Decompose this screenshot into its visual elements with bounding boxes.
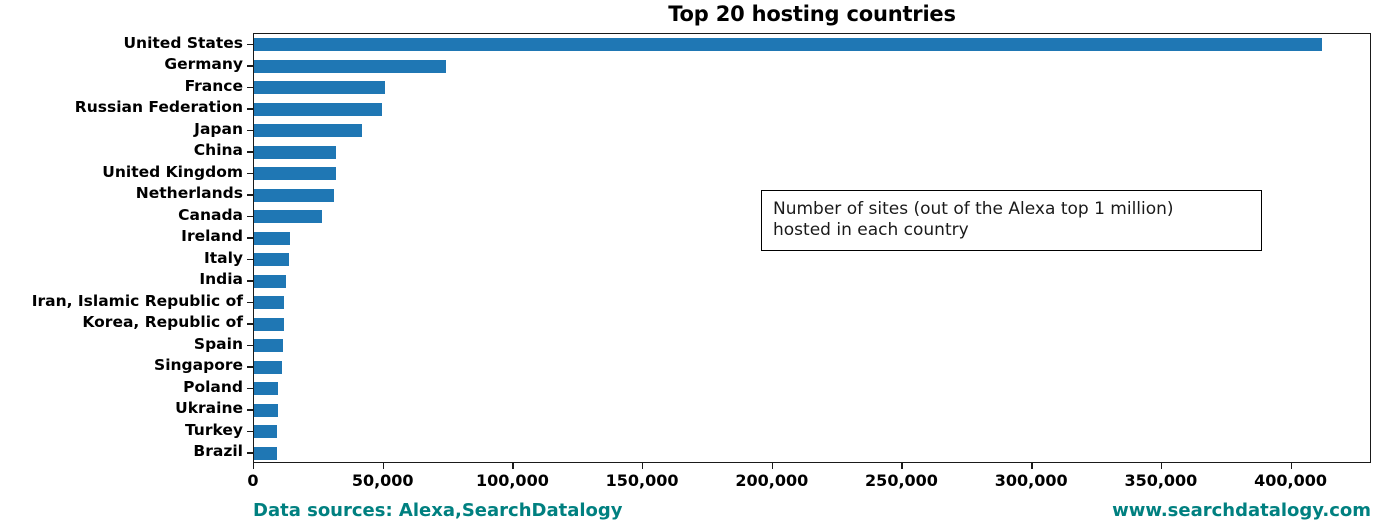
bar-row xyxy=(254,56,1370,78)
bar-row xyxy=(254,142,1370,164)
y-tick-label: France xyxy=(184,76,243,95)
y-tick-label: Singapore xyxy=(154,356,243,375)
x-tick-mark xyxy=(1290,463,1292,469)
bar-row xyxy=(254,421,1370,443)
bar xyxy=(254,317,285,331)
y-tick-label: Turkey xyxy=(184,420,243,439)
chart-figure: Top 20 hosting countries United States Ge… xyxy=(0,0,1382,532)
x-tick-label: 100,000 xyxy=(475,471,549,490)
x-tick-label: 300,000 xyxy=(994,471,1068,490)
y-tick-label: Poland xyxy=(183,377,243,396)
bar xyxy=(254,274,286,288)
x-tick-mark xyxy=(382,463,385,469)
x-axis: 0 50,000 100,000 150,000 200,000 250,000 300,0… xyxy=(247,463,1371,497)
bar xyxy=(254,231,291,245)
y-tick-label: Ukraine xyxy=(175,399,243,418)
x-tick-label: 250,000 xyxy=(865,471,938,490)
annotation-line-2: hosted in each country xyxy=(773,220,969,240)
y-tick-label: Brazil xyxy=(193,442,243,461)
bar xyxy=(254,446,278,460)
bar xyxy=(254,360,282,374)
x-tick-mark xyxy=(901,463,903,469)
y-tick-label: Iran, Islamic Republic of xyxy=(31,291,243,310)
bar xyxy=(254,81,385,95)
x-tick-label: 200,000 xyxy=(735,471,809,490)
x-tick-mark xyxy=(253,463,255,469)
x-tick-label: 350,000 xyxy=(1124,471,1198,490)
bar-row xyxy=(254,292,1370,314)
bar xyxy=(254,102,382,116)
annotation-textbox: Number of sites (out of the Alexa top 1 … xyxy=(761,190,1262,251)
x-tick-mark xyxy=(512,463,514,469)
y-tick-label: Canada xyxy=(178,205,243,224)
bar xyxy=(254,59,446,73)
x-tick-label: 400,000 xyxy=(1254,471,1328,490)
bar-row xyxy=(254,249,1370,271)
bar-row xyxy=(254,34,1370,56)
bar-row xyxy=(254,335,1370,357)
x-tick-label: 50,000 xyxy=(351,471,414,490)
bar xyxy=(254,145,336,159)
bar-row xyxy=(254,400,1370,422)
bar xyxy=(254,382,279,396)
y-axis: United States Germany France Russian Federa… xyxy=(0,33,253,463)
bar-row xyxy=(254,77,1370,99)
annotation-line-1: Number of sites (out of the Alexa top 1 … xyxy=(773,199,1174,219)
bar-row xyxy=(254,271,1370,293)
bar xyxy=(254,167,336,181)
y-tick-label: Germany xyxy=(164,55,243,74)
bar-row xyxy=(254,314,1370,336)
y-tick-label: United States xyxy=(123,33,243,52)
page-title: Top 20 hosting countries xyxy=(668,2,956,26)
x-tick-mark xyxy=(771,463,774,469)
bar xyxy=(254,339,284,353)
y-tick-label: Spain xyxy=(193,334,243,353)
y-tick-label: China xyxy=(193,141,243,160)
bar-row xyxy=(254,378,1370,400)
bar xyxy=(254,124,363,138)
y-tick-label: Netherlands xyxy=(135,184,243,203)
bar xyxy=(254,403,279,417)
data-sources-label: Data sources: Alexa,SearchDatalogy xyxy=(253,500,623,521)
y-tick-label: United Kingdom xyxy=(102,162,243,181)
bar xyxy=(254,425,278,439)
y-tick-label: Russian Federation xyxy=(74,98,243,117)
bar-row xyxy=(254,357,1370,379)
bar xyxy=(254,38,1322,52)
x-tick-mark xyxy=(1031,463,1033,469)
bar-row xyxy=(254,120,1370,142)
y-tick-label: Italy xyxy=(203,248,243,267)
website-label: www.searchdatalogy.com xyxy=(1112,500,1371,521)
y-tick-label: Korea, Republic of xyxy=(82,313,243,332)
y-tick-label: Ireland xyxy=(181,227,243,246)
x-tick-mark xyxy=(1160,463,1163,469)
bar xyxy=(254,253,290,267)
bar xyxy=(254,296,285,310)
bar-row xyxy=(254,443,1370,465)
x-tick-label: 150,000 xyxy=(605,471,679,490)
bar xyxy=(254,188,334,202)
x-tick-label: 0 xyxy=(247,471,259,490)
y-tick-label: Japan xyxy=(194,119,243,138)
bar-row xyxy=(254,99,1370,121)
bar-row xyxy=(254,163,1370,185)
y-tick-label: India xyxy=(199,270,243,289)
bar xyxy=(254,210,322,224)
x-tick-mark xyxy=(642,463,644,469)
